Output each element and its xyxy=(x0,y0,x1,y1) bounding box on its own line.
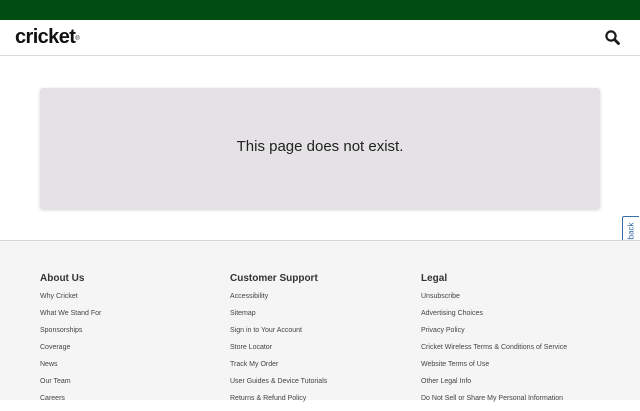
site-header: cricket® xyxy=(0,20,640,56)
footer-link[interactable]: Advertising Choices xyxy=(421,309,567,326)
footer-link[interactable]: Sponsorships xyxy=(40,326,101,343)
footer-heading-about: About Us xyxy=(40,273,85,284)
footer-link[interactable]: Cricket Wireless Terms & Conditions of S… xyxy=(421,343,567,360)
footer-link[interactable]: Sitemap xyxy=(230,309,327,326)
footer-link[interactable]: Accessibility xyxy=(230,292,327,309)
footer-link[interactable]: Why Cricket xyxy=(40,292,101,309)
footer-link[interactable]: Track My Order xyxy=(230,360,327,377)
footer-column-support: Customer Support Accessibility Sitemap S… xyxy=(230,273,327,411)
footer-column-about: About Us Why Cricket What We Stand For S… xyxy=(40,273,101,411)
footer-link[interactable]: Returns & Refund Policy xyxy=(230,394,327,411)
footer-link[interactable]: Privacy Policy xyxy=(421,326,567,343)
footer-link[interactable]: Unsubscribe xyxy=(421,292,567,309)
footer-link[interactable]: Careers xyxy=(40,394,101,411)
footer-link[interactable]: Store Locator xyxy=(230,343,327,360)
logo-registered-mark: ® xyxy=(75,36,80,42)
footer-link[interactable]: Do Not Sell or Share My Personal Informa… xyxy=(421,394,567,411)
error-message: This page does not exist. xyxy=(236,138,404,155)
footer-link[interactable]: What We Stand For xyxy=(40,309,101,326)
footer-link[interactable]: Other Legal Info xyxy=(421,377,567,394)
site-footer: About Us Why Cricket What We Stand For S… xyxy=(0,240,640,402)
logo-text: cricket xyxy=(15,26,76,48)
footer-heading-legal: Legal xyxy=(421,273,448,284)
footer-link[interactable]: News xyxy=(40,360,101,377)
top-green-bar xyxy=(0,0,640,20)
footer-link[interactable]: Website Terms of Use xyxy=(421,360,567,377)
footer-link[interactable]: Sign in to Your Account xyxy=(230,326,327,343)
footer-link[interactable]: User Guides & Device Tutorials xyxy=(230,377,327,394)
error-panel: This page does not exist. xyxy=(40,88,600,209)
footer-heading-support: Customer Support xyxy=(230,273,318,284)
search-icon[interactable] xyxy=(604,29,622,47)
footer-link[interactable]: Our Team xyxy=(40,377,101,394)
footer-column-legal: Legal Unsubscribe Advertising Choices Pr… xyxy=(421,273,567,411)
footer-link[interactable]: Coverage xyxy=(40,343,101,360)
cricket-logo[interactable]: cricket® xyxy=(15,25,80,49)
